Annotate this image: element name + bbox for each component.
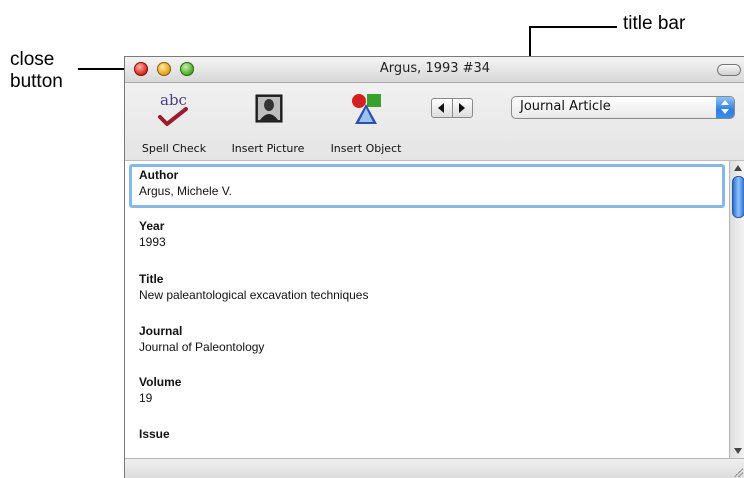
previous-record-button[interactable] xyxy=(432,99,453,117)
vertical-scrollbar[interactable] xyxy=(729,161,744,458)
toolbar-toggle-button[interactable] xyxy=(717,64,741,76)
close-button-callout-line1: close xyxy=(10,49,55,70)
reference-type-value: Journal Article xyxy=(520,99,611,114)
insert-picture-button[interactable]: Insert Picture xyxy=(223,91,313,155)
close-button-callout-line2: button xyxy=(10,71,63,92)
volume-value[interactable]: 19 xyxy=(139,390,181,406)
year-label: Year xyxy=(139,219,165,233)
volume-field[interactable]: Volume 19 xyxy=(139,374,181,406)
issue-field[interactable]: Issue xyxy=(139,426,170,442)
reference-fields: Author Argus, Michele V. Year 1993 Title… xyxy=(125,161,729,458)
journal-field[interactable]: Journal Journal of Paleontology xyxy=(139,323,264,355)
reference-type-select[interactable]: Journal Article xyxy=(511,96,735,119)
journal-value[interactable]: Journal of Paleontology xyxy=(139,339,264,355)
select-arrows-icon[interactable] xyxy=(716,97,734,118)
insert-picture-icon xyxy=(248,91,288,127)
title-field[interactable]: Title New paleantological excavation tec… xyxy=(139,271,368,303)
issue-label: Issue xyxy=(139,427,170,441)
record-navigation xyxy=(431,98,473,118)
spell-check-button[interactable]: abc Spell Check xyxy=(137,91,211,155)
scroll-down-icon[interactable] xyxy=(734,448,742,454)
title-bar-callout-line xyxy=(529,26,617,28)
journal-label: Journal xyxy=(139,324,183,338)
status-bar xyxy=(125,458,744,478)
author-field[interactable]: Author Argus, Michele V. xyxy=(129,164,725,208)
author-label: Author xyxy=(139,168,179,182)
scroll-thumb[interactable] xyxy=(732,176,744,218)
toolbar: abc Spell Check Insert Picture Insert Ob… xyxy=(125,83,744,161)
volume-label: Volume xyxy=(139,375,182,389)
insert-object-icon xyxy=(346,91,386,127)
reference-window: Argus, 1993 #34 abc Spell Check Insert P… xyxy=(124,56,744,478)
arrow-left-icon xyxy=(438,103,444,113)
title-bar[interactable]: Argus, 1993 #34 xyxy=(125,57,744,83)
resize-grip-icon[interactable] xyxy=(733,467,743,477)
title-value[interactable]: New paleantological excavation technique… xyxy=(139,287,368,303)
scroll-up-icon[interactable] xyxy=(734,165,742,171)
arrow-right-icon xyxy=(459,103,465,113)
insert-object-button[interactable]: Insert Object xyxy=(323,91,409,155)
spell-check-label: Spell Check xyxy=(141,142,207,155)
author-value[interactable]: Argus, Michele V. xyxy=(132,183,722,199)
insert-picture-label: Insert Picture xyxy=(231,142,305,155)
spell-check-icon: abc xyxy=(154,91,194,127)
year-field[interactable]: Year 1993 xyxy=(139,218,166,250)
year-value[interactable]: 1993 xyxy=(139,234,166,250)
title-label: Title xyxy=(139,272,164,286)
insert-object-label: Insert Object xyxy=(330,142,402,155)
next-record-button[interactable] xyxy=(452,99,472,117)
window-title: Argus, 1993 #34 xyxy=(379,61,491,76)
title-bar-callout-line-vertical xyxy=(529,26,531,56)
title-bar-callout: title bar xyxy=(623,13,686,34)
